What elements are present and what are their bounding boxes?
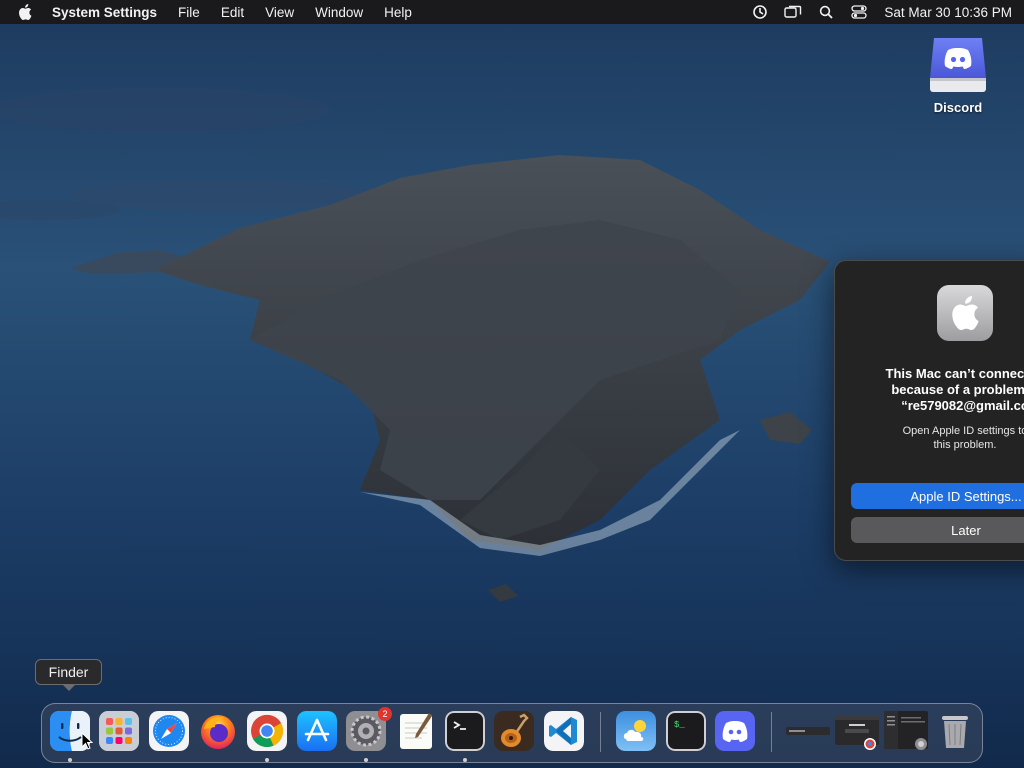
dock-item-system-settings[interactable]: 2 <box>346 707 392 762</box>
system-settings-app-icon <box>937 285 993 341</box>
menu-view[interactable]: View <box>265 5 294 20</box>
dock-separator <box>771 712 772 752</box>
dock-item-terminal-recent[interactable]: $_ <box>666 711 706 751</box>
dock-item-launchpad[interactable] <box>99 711 139 751</box>
menu-bar-clock[interactable]: Sat Mar 30 10:36 PM <box>884 5 1012 20</box>
tooltip-arrow <box>62 684 76 691</box>
dock-item-safari[interactable] <box>149 711 189 751</box>
menu-help[interactable]: Help <box>384 5 412 20</box>
dialog-message: Open Apple ID settings to this problem. <box>902 425 1024 451</box>
vscode-icon <box>544 711 584 751</box>
apple-id-settings-button[interactable]: Apple ID Settings... <box>851 483 1024 509</box>
notification-badge: 2 <box>378 707 392 721</box>
trash-icon <box>935 711 975 751</box>
dock-item-terminal[interactable] <box>445 711 485 762</box>
firefox-icon <box>198 711 238 751</box>
running-indicator <box>265 758 269 762</box>
menu-bar: System Settings File Edit View Window He… <box>0 0 1024 24</box>
mouse-pointer-icon <box>81 731 94 755</box>
terminal-icon: $_ <box>666 711 706 751</box>
menu-file[interactable]: File <box>178 5 200 20</box>
garageband-icon <box>494 711 534 751</box>
later-button[interactable]: Later <box>851 517 1024 543</box>
desktop-icon-label: Discord <box>933 100 983 115</box>
dock-minimized-window-1[interactable] <box>786 711 830 751</box>
dock-item-textedit[interactable] <box>396 711 436 751</box>
discord-icon <box>715 711 755 751</box>
screen-mirroring-icon[interactable] <box>784 4 802 20</box>
dock-item-garageband[interactable] <box>494 711 534 751</box>
window-thumbnail-icon <box>884 711 928 750</box>
dock-item-firefox[interactable] <box>198 711 238 751</box>
control-center-icon[interactable] <box>850 4 868 20</box>
dock-tooltip: Finder <box>35 659 102 691</box>
menu-window[interactable]: Window <box>315 5 363 20</box>
tooltip-text: Finder <box>48 664 89 680</box>
dock-minimized-window-2[interactable] <box>835 711 879 751</box>
weather-icon <box>616 711 656 751</box>
dock-separator <box>600 712 601 752</box>
chrome-icon <box>247 711 287 751</box>
activity-icon[interactable] <box>751 4 769 20</box>
app-store-icon <box>297 711 337 751</box>
safari-icon <box>149 711 189 751</box>
apple-id-alert-dialog: This Mac can’t connect to because of a p… <box>834 260 1024 561</box>
desktop-icon-discord[interactable]: Discord <box>918 34 998 115</box>
dock-item-discord[interactable] <box>715 711 755 751</box>
dock-item-weather[interactable] <box>616 711 656 751</box>
dialog-title: This Mac can’t connect to because of a p… <box>885 366 1024 413</box>
dock-minimized-window-3[interactable] <box>884 711 930 751</box>
apple-menu-icon[interactable] <box>18 4 32 20</box>
discord-drive-icon <box>928 34 988 96</box>
dock-item-app-store[interactable] <box>297 711 337 751</box>
svg-text:$_: $_ <box>674 720 685 730</box>
window-thumbnail-icon <box>835 715 879 750</box>
launchpad-icon <box>99 711 139 751</box>
dock-item-trash[interactable] <box>935 711 975 751</box>
running-indicator <box>364 758 368 762</box>
running-indicator <box>68 758 72 762</box>
dock-item-chrome[interactable] <box>247 711 287 762</box>
app-menu-system-settings[interactable]: System Settings <box>52 5 157 20</box>
terminal-icon <box>445 711 485 751</box>
system-settings-icon: 2 <box>346 707 392 751</box>
window-thumbnail-icon <box>786 727 830 735</box>
textedit-icon <box>396 711 436 751</box>
dock: 2 $_ <box>41 703 983 763</box>
running-indicator <box>463 758 467 762</box>
menu-edit[interactable]: Edit <box>221 5 244 20</box>
dock-item-vscode[interactable] <box>544 711 584 751</box>
spotlight-search-icon[interactable] <box>817 4 835 20</box>
